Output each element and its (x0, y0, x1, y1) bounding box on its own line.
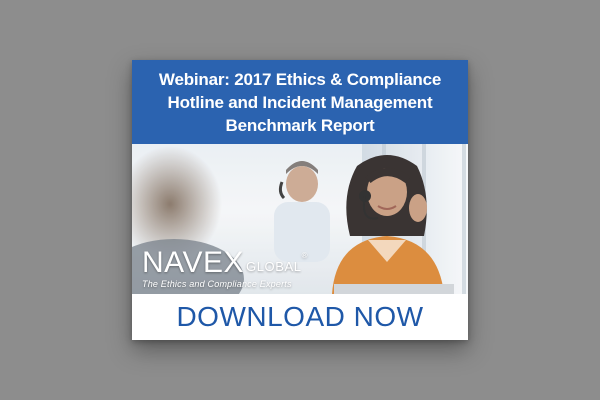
download-now-button[interactable]: DOWNLOAD NOW (132, 294, 468, 340)
ad-title-line-3: Benchmark Report (225, 115, 375, 135)
ad-title-line-2: Hotline and Incident Management (167, 92, 433, 112)
logo-name: NAVEX (142, 246, 244, 279)
ad-title-line-1: Webinar: 2017 Ethics & Compliance (158, 69, 442, 89)
navex-global-logo: NAVEX GLOBAL ® The Ethics and Compliance… (142, 248, 308, 290)
logo-suffix: GLOBAL (245, 259, 302, 274)
webinar-ad-card[interactable]: Webinar: 2017 Ethics & Compliance Hotlin… (132, 60, 468, 340)
ad-header: Webinar: 2017 Ethics & Compliance Hotlin… (132, 60, 468, 144)
call-center-photo: NAVEX GLOBAL ® The Ethics and Compliance… (132, 144, 468, 294)
logo-tagline: The Ethics and Compliance Experts (142, 279, 292, 289)
logo-registered-mark: ® (301, 251, 309, 260)
